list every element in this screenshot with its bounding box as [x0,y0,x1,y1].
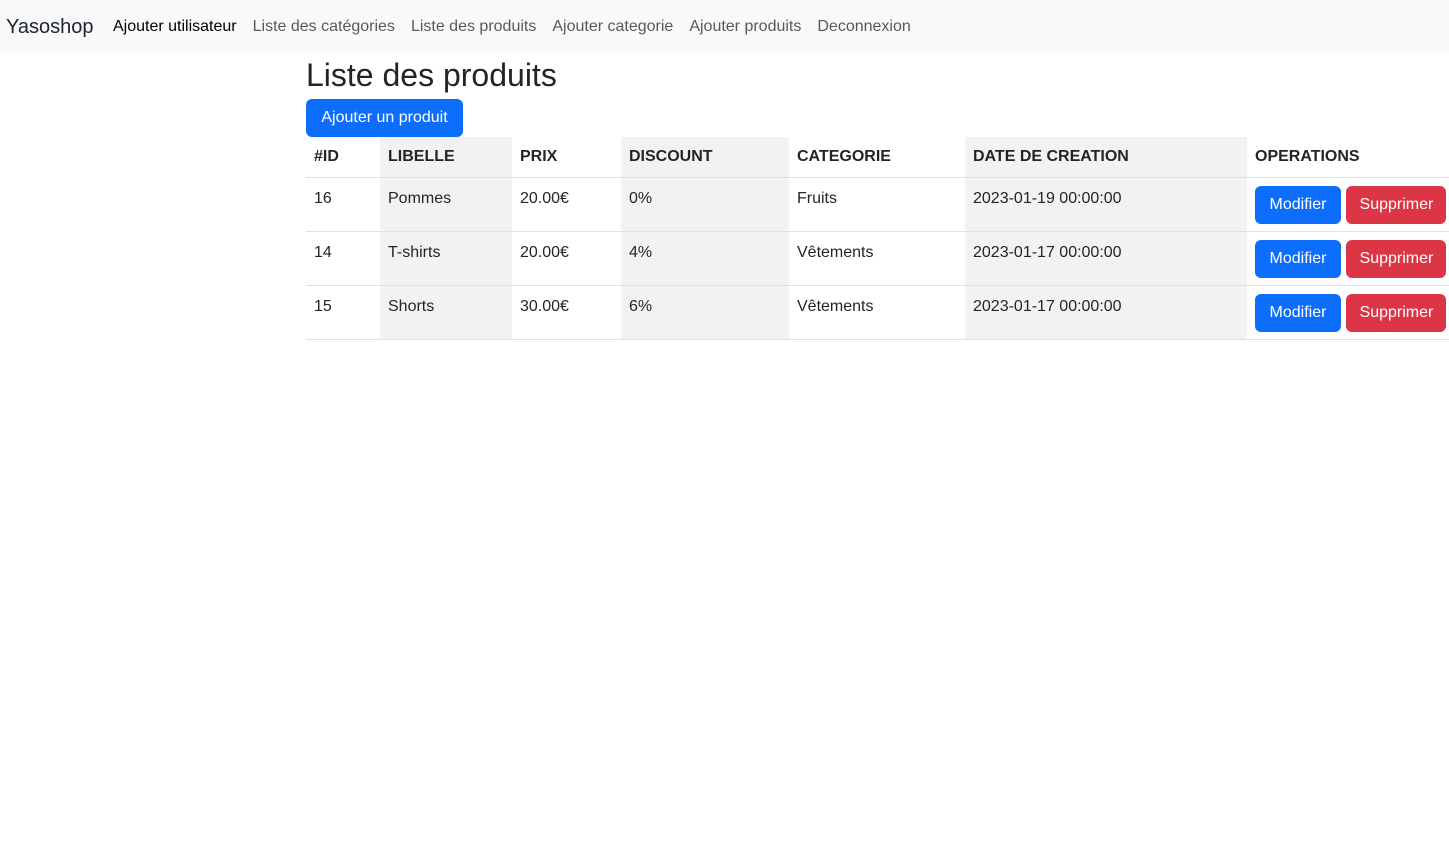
cell-operations: Modifier Supprimer [1247,285,1449,340]
add-product-button[interactable]: Ajouter un produit [306,99,463,137]
cell-prix: 20.00€ [512,177,621,232]
modifier-button[interactable]: Modifier [1255,240,1341,278]
modifier-button[interactable]: Modifier [1255,294,1341,332]
cell-date: 2023-01-17 00:00:00 [965,231,1247,286]
nav-link-ajouter-categorie[interactable]: Ajouter categorie [544,15,681,39]
table-row: 16 Pommes 20.00€ 0% Fruits 2023-01-19 00… [306,177,1449,232]
nav-link-liste-produits[interactable]: Liste des produits [403,15,544,39]
cell-discount: 0% [621,177,789,232]
cell-categorie: Vêtements [789,231,965,286]
products-table: #ID LIBELLE PRIX DISCOUNT CATEGORIE DATE… [306,137,1449,340]
cell-libelle: Pommes [380,177,512,232]
cell-prix: 30.00€ [512,285,621,340]
header-date: DATE DE CREATION [965,137,1247,178]
cell-date: 2023-01-19 00:00:00 [965,177,1247,232]
cell-date: 2023-01-17 00:00:00 [965,285,1247,340]
header-id: #ID [306,137,380,178]
cell-prix: 20.00€ [512,231,621,286]
supprimer-button[interactable]: Supprimer [1346,294,1447,332]
table-row: 14 T-shirts 20.00€ 4% Vêtements 2023-01-… [306,231,1449,286]
table-row: 15 Shorts 30.00€ 6% Vêtements 2023-01-17… [306,285,1449,340]
supprimer-button[interactable]: Supprimer [1346,186,1447,224]
navbar: Yasoshop Ajouter utilisateur Liste des c… [0,0,1449,53]
header-categorie: CATEGORIE [789,137,965,178]
cell-discount: 4% [621,231,789,286]
cell-operations: Modifier Supprimer [1247,177,1449,232]
nav-links: Ajouter utilisateur Liste des catégories… [105,15,919,39]
nav-link-deconnexion[interactable]: Deconnexion [809,15,918,39]
header-discount: DISCOUNT [621,137,789,178]
cell-categorie: Vêtements [789,285,965,340]
page-title: Liste des produits [306,57,557,93]
cell-libelle: T-shirts [380,231,512,286]
cell-categorie: Fruits [789,177,965,232]
brand-link[interactable]: Yasoshop [6,13,93,41]
header-prix: PRIX [512,137,621,178]
modifier-button[interactable]: Modifier [1255,186,1341,224]
main-container: Liste des produits Ajouter un produit #I… [306,53,1449,340]
cell-libelle: Shorts [380,285,512,340]
cell-id: 16 [306,177,380,232]
header-libelle: LIBELLE [380,137,512,178]
cell-id: 14 [306,231,380,286]
nav-link-ajouter-utilisateur[interactable]: Ajouter utilisateur [105,15,245,39]
header-operations: OPERATIONS [1247,137,1449,178]
nav-link-liste-categories[interactable]: Liste des catégories [245,15,403,39]
table-header-row: #ID LIBELLE PRIX DISCOUNT CATEGORIE DATE… [306,137,1449,178]
cell-operations: Modifier Supprimer [1247,231,1449,286]
cell-id: 15 [306,285,380,340]
cell-discount: 6% [621,285,789,340]
supprimer-button[interactable]: Supprimer [1346,240,1447,278]
nav-link-ajouter-produits[interactable]: Ajouter produits [681,15,809,39]
